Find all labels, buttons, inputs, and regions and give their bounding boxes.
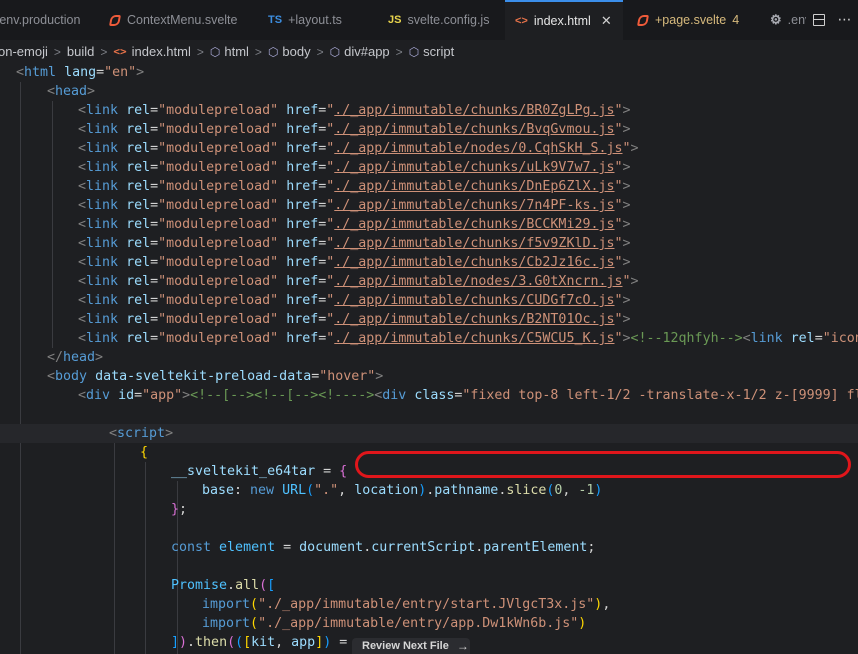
problems-badge: 4 (732, 13, 740, 27)
breadcrumb-item-symbol[interactable]: ⬡ body (268, 44, 311, 59)
code-line: { (140, 445, 149, 460)
review-next-file-label: Review Next File (362, 640, 449, 652)
code-line: <link rel="modulepreload" href="./_app/i… (78, 274, 639, 289)
code-editor[interactable]: <html lang="en"> <head> <link rel="modul… (0, 63, 858, 654)
tab-label: +layout.ts (288, 13, 342, 27)
code-line: <link rel="modulepreload" href="./_app/i… (78, 217, 631, 232)
tab-page-svelte[interactable]: +page.svelte 4 (628, 0, 758, 40)
breadcrumb-label: body (282, 44, 311, 59)
code-line: <head> (47, 84, 96, 99)
href-link[interactable]: ./_app/immutable/chunks/BCCKMi29.js (334, 217, 614, 232)
code-line: <link rel="modulepreload" href="./_app/i… (78, 198, 631, 213)
href-link[interactable]: ./_app/immutable/chunks/CUDGf7cO.js (334, 293, 614, 308)
breadcrumb-label: div#app (344, 44, 390, 59)
code-line: <link rel="modulepreload" href="./_app/i… (78, 122, 631, 137)
tab-layout-ts[interactable]: TS +layout.ts (258, 0, 376, 40)
tab-contextmenu-svelte[interactable]: ContextMenu.svelte (100, 0, 250, 40)
breadcrumb-item-symbol[interactable]: ⬡ script (409, 44, 455, 59)
code-line: <html lang="en"> (16, 65, 145, 80)
code-line: base: new URL(".", location).pathname.sl… (202, 483, 603, 498)
editor-tab-bar: ⚙ .env.production ContextMenu.svelte TS … (0, 0, 858, 40)
code-line: <link rel="modulepreload" href="./_app/i… (78, 236, 631, 251)
breadcrumb-item[interactable]: build (67, 44, 94, 59)
code-line: }; (171, 502, 188, 517)
code-line: __sveltekit_e64tar = { (171, 464, 348, 479)
code-line: <link rel="modulepreload" href="./_app/i… (78, 103, 631, 118)
href-link[interactable]: ./_app/immutable/chunks/Cb2Jz16c.js (334, 255, 614, 270)
gear-icon: ⚙ (770, 12, 782, 27)
svelte-icon (637, 14, 649, 26)
breadcrumb: on-emoji > build > <> index.html > ⬡ htm… (0, 40, 858, 63)
breadcrumb-item-file[interactable]: <> index.html (113, 44, 191, 59)
chevron-right-icon: > (53, 44, 61, 59)
tab-label: +page.svelte (655, 13, 727, 27)
code-line: <link rel="modulepreload" href="./_app/i… (78, 255, 631, 270)
code-line: import("./_app/immutable/entry/start.JVl… (202, 597, 611, 612)
split-editor-icon[interactable] (812, 14, 825, 26)
breadcrumb-item[interactable]: on-emoji (0, 44, 48, 59)
href-link[interactable]: ./_app/immutable/nodes/0.CqhSkH_S.js (334, 141, 622, 156)
code-line: <link rel="modulepreload" href="./_app/i… (78, 312, 631, 327)
code-line: <div id="app"><!--[--><!--[--><!----><di… (78, 388, 858, 403)
symbol-icon: ⬡ (329, 44, 341, 59)
code-line: <link rel="modulepreload" href="./_app/i… (78, 293, 631, 308)
code-line: import("./_app/immutable/entry/app.Dw1kW… (202, 616, 587, 631)
code-line: </head> (47, 350, 104, 365)
href-link[interactable]: ./_app/immutable/nodes/3.G0tXncrn.js (334, 274, 622, 289)
arrow-right-icon: → (456, 639, 469, 653)
symbol-icon: ⬡ (408, 44, 420, 59)
symbol-icon: ⬡ (209, 44, 221, 59)
href-link[interactable]: ./_app/immutable/chunks/B2NT01Oc.js (334, 312, 614, 327)
breadcrumb-item-symbol[interactable]: ⬡ div#app (330, 44, 390, 59)
breadcrumb-label: index.html (131, 44, 191, 59)
href-link[interactable]: ./_app/immutable/chunks/C5WCU5_K.js (334, 331, 614, 346)
tab-label: .env.production (0, 13, 81, 27)
tab-index-html[interactable]: <> index.html ✕ (505, 0, 623, 40)
review-next-file-button[interactable]: Review Next File → (352, 638, 470, 654)
typescript-icon: TS (268, 14, 283, 26)
tab-label: index.html (533, 14, 591, 28)
chevron-right-icon: > (316, 44, 324, 59)
href-link[interactable]: ./_app/immutable/chunks/7n4PF-ks.js (334, 198, 614, 213)
html-icon: <> (113, 45, 127, 58)
breadcrumb-label: html (224, 44, 249, 59)
code-line: <link rel="modulepreload" href="./_app/i… (78, 331, 858, 346)
href-link[interactable]: ./_app/immutable/chunks/uLk9V7w7.js (334, 160, 614, 175)
chevron-right-icon: > (100, 44, 108, 59)
chevron-right-icon: > (254, 44, 262, 59)
more-actions-icon[interactable]: ⋯ (838, 12, 852, 28)
code-line-current: <script> (0, 424, 858, 443)
tab-actions: ⋯ (806, 0, 858, 40)
tab-svelte-config-js[interactable]: JS svelte.config.js (378, 0, 503, 40)
svelte-icon (109, 14, 121, 26)
javascript-icon: JS (388, 14, 402, 26)
breadcrumb-label: script (423, 44, 455, 59)
tab-label: ContextMenu.svelte (127, 13, 238, 27)
code-line: const element = document.currentScript.p… (171, 540, 596, 555)
symbol-icon: ⬡ (267, 44, 279, 59)
href-link[interactable]: ./_app/immutable/chunks/BvqGvmou.js (334, 122, 614, 137)
code-line: <link rel="modulepreload" href="./_app/i… (78, 141, 639, 156)
tab-label: svelte.config.js (407, 13, 490, 27)
chevron-right-icon: > (395, 44, 403, 59)
href-link[interactable]: ./_app/immutable/chunks/f5v9ZKlD.js (334, 236, 614, 251)
close-icon[interactable]: ✕ (601, 13, 612, 29)
href-link[interactable]: ./_app/immutable/chunks/DnEp6ZlX.js (334, 179, 614, 194)
chevron-right-icon: > (196, 44, 204, 59)
code-line: Promise.all([ (171, 578, 276, 593)
href-link[interactable]: ./_app/immutable/chunks/BR0ZgLPg.js (334, 103, 614, 118)
html-icon: <> (515, 15, 528, 27)
breadcrumb-item-symbol[interactable]: ⬡ html (210, 44, 249, 59)
code-line: <link rel="modulepreload" href="./_app/i… (78, 179, 631, 194)
code-line: <body data-sveltekit-preload-data="hover… (47, 369, 384, 384)
tab-env-production[interactable]: ⚙ .env.production (0, 0, 98, 40)
code-line: <link rel="modulepreload" href="./_app/i… (78, 160, 631, 175)
